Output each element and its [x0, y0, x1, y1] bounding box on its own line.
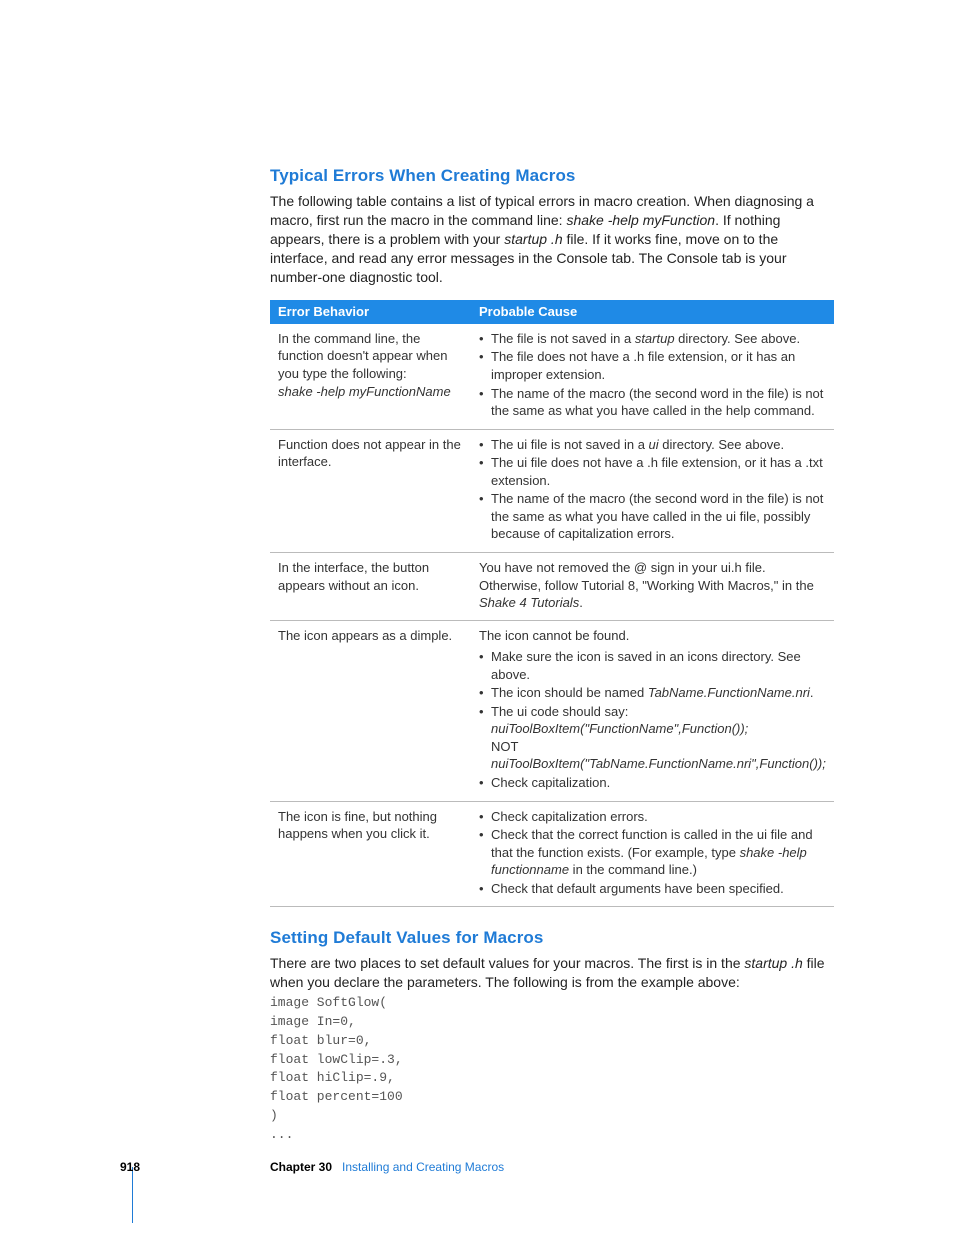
error-behavior-cell: In the command line, thefunction doesn't…	[270, 324, 471, 429]
error-behavior-cell: In the interface, the buttonappears with…	[270, 552, 471, 620]
bullet-item: The file is not saved in a startup direc…	[479, 330, 826, 348]
intro-paragraph-1: The following table contains a list of t…	[270, 192, 834, 286]
probable-cause-cell: Check capitalization errors.Check that t…	[471, 801, 834, 907]
table-row: The icon appears as a dimple.The icon ca…	[270, 620, 834, 801]
cause-lead: The icon cannot be found.	[479, 627, 826, 645]
bullet-item: The icon should be named TabName.Functio…	[479, 684, 826, 702]
bullet-italic: startup	[635, 331, 675, 346]
bullet-italic: nuiToolBoxItem("FunctionName",Function()…	[491, 721, 748, 736]
probable-cause-cell: The icon cannot be found. Make sure the i…	[471, 620, 834, 801]
table-header-row: Error Behavior Probable Cause	[270, 300, 834, 324]
page-content: Typical Errors When Creating Macros The …	[0, 0, 954, 1145]
bullet-item: Check capitalization errors.	[479, 808, 826, 826]
bullet-item: Check that the correct function is calle…	[479, 826, 826, 879]
bullet-italic: ui	[649, 437, 659, 452]
table-row: In the command line, thefunction doesn't…	[270, 324, 834, 429]
chapter-title: Installing and Creating Macros	[342, 1160, 504, 1174]
table-row: Function does not appear in theinterface…	[270, 429, 834, 552]
heading-typical-errors: Typical Errors When Creating Macros	[270, 165, 834, 188]
code-block: image SoftGlow( image In=0, float blur=0…	[270, 994, 834, 1145]
bullet-item: Check capitalization.	[479, 774, 826, 792]
cause-bullets: The file is not saved in a startup direc…	[479, 330, 826, 420]
page-number: 918	[120, 1159, 156, 1175]
behavior-italic: shake -help myFunctionName	[278, 384, 451, 399]
cause-italic: Shake 4 Tutorials	[479, 595, 579, 610]
intro-text: There are two places to set default valu…	[270, 955, 744, 971]
intro-paragraph-2: There are two places to set default valu…	[270, 954, 834, 992]
heading-default-values: Setting Default Values for Macros	[270, 927, 834, 950]
bullet-item: The file does not have a .h file extensi…	[479, 348, 826, 383]
bullet-item: The ui file does not have a .h file exte…	[479, 454, 826, 489]
probable-cause-cell: You have not removed the @ sign in your …	[471, 552, 834, 620]
error-behavior-cell: The icon appears as a dimple.	[270, 620, 471, 801]
error-behavior-cell: Function does not appear in theinterface…	[270, 429, 471, 552]
bullet-italic: TabName.FunctionName.nri	[648, 685, 810, 700]
col-header-cause: Probable Cause	[471, 300, 834, 324]
cause-bullets: Make sure the icon is saved in an icons …	[479, 648, 826, 791]
table-row: In the interface, the buttonappears with…	[270, 552, 834, 620]
intro-file: startup .h	[504, 231, 562, 247]
bullet-item: The ui file is not saved in a ui directo…	[479, 436, 826, 454]
bullet-item: The ui code should say:nuiToolBoxItem("F…	[479, 703, 826, 773]
bullet-italic: shake -help functionname	[491, 845, 807, 878]
table-row: The icon is fine, but nothinghappens whe…	[270, 801, 834, 907]
error-behavior-cell: The icon is fine, but nothinghappens whe…	[270, 801, 471, 907]
chapter-label: Chapter 30	[270, 1160, 332, 1174]
intro-file: startup .h	[744, 955, 802, 971]
page-footer: 918 Chapter 30 Installing and Creating M…	[120, 1159, 834, 1175]
bullet-item: Check that default arguments have been s…	[479, 880, 826, 898]
bullet-item: Make sure the icon is saved in an icons …	[479, 648, 826, 683]
errors-table: Error Behavior Probable Cause In the com…	[270, 300, 834, 907]
probable-cause-cell: The file is not saved in a startup direc…	[471, 324, 834, 429]
cause-bullets: The ui file is not saved in a ui directo…	[479, 436, 826, 543]
probable-cause-cell: The ui file is not saved in a ui directo…	[471, 429, 834, 552]
bullet-italic: nuiToolBoxItem("TabName.FunctionName.nri…	[491, 756, 826, 771]
bullet-item: The name of the macro (the second word i…	[479, 490, 826, 543]
col-header-behavior: Error Behavior	[270, 300, 471, 324]
margin-rule	[132, 1167, 133, 1223]
cause-bullets: Check capitalization errors.Check that t…	[479, 808, 826, 898]
bullet-item: The name of the macro (the second word i…	[479, 385, 826, 420]
intro-command: shake -help myFunction	[566, 212, 715, 228]
